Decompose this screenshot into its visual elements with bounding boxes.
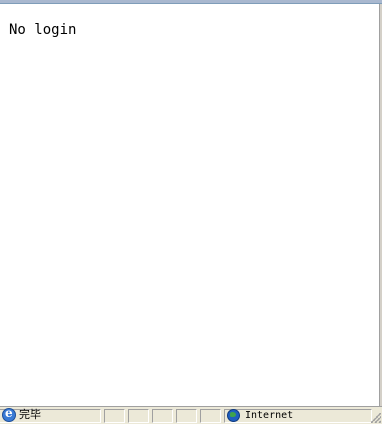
status-panel-1 — [104, 409, 125, 423]
zone-label: Internet — [245, 410, 294, 421]
internet-globe-icon — [227, 409, 240, 422]
status-text: 完毕 — [19, 408, 41, 421]
status-bar — [0, 406, 382, 424]
browser-window: No login 完毕 Internet — [0, 0, 382, 424]
status-panel-5 — [200, 409, 221, 423]
status-panel-3 — [152, 409, 173, 423]
ie-page-icon — [2, 406, 16, 422]
status-panel-4 — [176, 409, 197, 423]
status-panel-2 — [128, 409, 149, 423]
page-content: No login — [0, 4, 379, 406]
resize-grip-icon[interactable] — [371, 413, 381, 423]
page-body-text: No login — [9, 22, 77, 38]
